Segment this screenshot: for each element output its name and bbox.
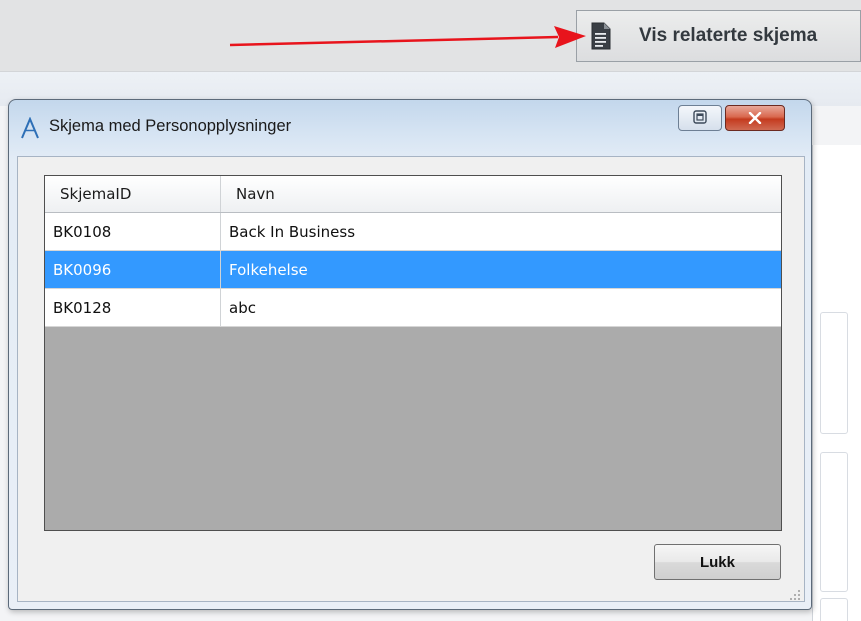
- show-related-forms-label: Vis relaterte skjema: [639, 25, 818, 46]
- resize-grip-icon[interactable]: [789, 586, 801, 600]
- dialog-content: SkjemaID Navn BK0108 Back In Business BK…: [17, 156, 805, 602]
- forms-grid[interactable]: SkjemaID Navn BK0108 Back In Business BK…: [44, 175, 782, 531]
- cell-skjemaid: BK0096: [45, 251, 221, 288]
- app-card: [820, 598, 848, 621]
- close-dialog-button[interactable]: Lukk: [654, 544, 781, 580]
- app-card: [820, 312, 848, 434]
- personal-data-forms-dialog: Skjema med Personopplysninger SkjemaID N…: [8, 99, 812, 610]
- show-related-forms-button[interactable]: Vis relaterte skjema: [576, 10, 861, 62]
- close-icon: [748, 109, 762, 128]
- dialog-titlebar[interactable]: Skjema med Personopplysninger: [9, 100, 811, 152]
- column-header-skjemaid[interactable]: SkjemaID: [45, 176, 221, 212]
- cell-navn: abc: [229, 298, 256, 317]
- cell-skjemaid: BK0108: [45, 213, 221, 250]
- app-logo-a-icon: [19, 116, 41, 139]
- table-row-selected[interactable]: BK0096 Folkehelse: [45, 251, 781, 289]
- column-header-navn[interactable]: Navn: [221, 176, 781, 212]
- table-row[interactable]: BK0108 Back In Business: [45, 213, 781, 251]
- red-arrow-annotation: [229, 26, 586, 48]
- grid-header: SkjemaID Navn: [45, 176, 781, 213]
- table-row[interactable]: BK0128 abc: [45, 289, 781, 327]
- cell-navn: Back In Business: [229, 222, 356, 241]
- close-button[interactable]: [725, 105, 785, 131]
- app-card: [820, 452, 848, 592]
- restore-icon: [693, 109, 707, 128]
- dialog-title: Skjema med Personopplysninger: [49, 117, 292, 135]
- cell-navn: Folkehelse: [229, 260, 308, 279]
- restore-button[interactable]: [678, 105, 722, 131]
- cell-skjemaid: BK0128: [45, 289, 221, 326]
